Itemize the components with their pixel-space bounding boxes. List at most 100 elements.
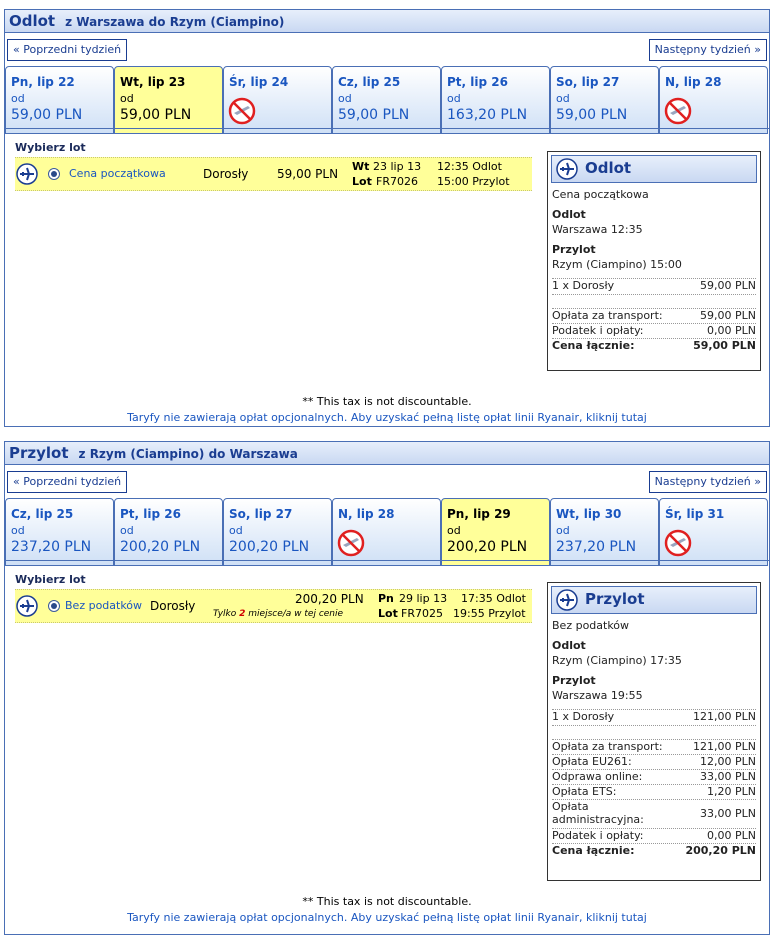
total-label: Cena łącznie: xyxy=(552,339,635,352)
inbound-day-0[interactable]: Cz, lip 25 od 237,20 PLN xyxy=(5,498,114,566)
summary-fee-row: Opłata administracyjna: 33,00 PLN xyxy=(552,799,756,828)
day-label: N, lip 28 xyxy=(338,507,395,521)
day-from-label: od xyxy=(447,92,461,105)
fare-name-link[interactable]: Cena początkowa xyxy=(69,167,166,180)
total-value: 59,00 PLN xyxy=(693,339,756,352)
day-price: 59,00 PLN xyxy=(11,107,83,123)
day-from-label: od xyxy=(11,524,25,537)
day-label: Śr, lip 31 xyxy=(665,507,725,521)
summary-total-row: Cena łącznie: 200,20 PLN xyxy=(552,843,756,858)
fare-radio[interactable] xyxy=(48,168,60,180)
no-flight-icon xyxy=(664,97,692,125)
plane-icon xyxy=(556,158,578,180)
fee-label: Opłata za transport: xyxy=(552,740,663,753)
outbound-day-1[interactable]: Wt, lip 23 od 59,00 PLN xyxy=(114,66,223,134)
day-price: 237,20 PLN xyxy=(556,539,637,555)
outbound-next-week-button[interactable]: Następny tydzień » xyxy=(648,39,767,61)
summary-header: Przylot xyxy=(551,586,757,614)
fee-value: 33,00 PLN xyxy=(700,770,756,783)
inbound-flight-area: Wybierz lot Bez podatków Dorosły 200,20 … xyxy=(5,560,769,935)
fee-label: Odprawa online: xyxy=(552,770,643,783)
fee-value: 121,00 PLN xyxy=(693,740,756,753)
day-price: 59,00 PLN xyxy=(556,107,628,123)
outbound-day-6: N, lip 28 xyxy=(659,66,768,134)
summary-fare: Bez podatków xyxy=(552,619,630,632)
pax-label: 1 x Dorosły xyxy=(552,279,615,292)
day-label: So, lip 27 xyxy=(229,507,293,521)
day-label: Śr, lip 24 xyxy=(229,75,289,89)
inbound-route: z Rzym (Ciampino) do Warszawa xyxy=(78,447,298,461)
summary-title: Przylot xyxy=(585,590,645,608)
tax-note: ** This tax is not discountable. xyxy=(302,895,472,908)
fee-value: 33,00 PLN xyxy=(700,807,756,820)
inbound-prev-week-button[interactable]: « Poprzedni tydzień xyxy=(7,471,128,493)
day-price: 200,20 PLN xyxy=(229,539,310,555)
outbound-prev-week-button[interactable]: « Poprzedni tydzień xyxy=(7,39,128,61)
fee-value: 12,00 PLN xyxy=(700,755,756,768)
day-from-label: od xyxy=(338,92,352,105)
inbound-next-week-button[interactable]: Następny tydzień » xyxy=(648,471,767,493)
day-label: Wt, lip 23 xyxy=(120,75,186,89)
summary-fee-row: Opłata za transport: 121,00 PLN xyxy=(552,739,756,754)
outbound-day-5[interactable]: So, lip 27 od 59,00 PLN xyxy=(550,66,659,134)
inbound-section: Przylot z Rzym (Ciampino) do Warszawa « … xyxy=(4,441,770,935)
day-from-label: od xyxy=(556,524,570,537)
inbound-flight-row[interactable]: Bez podatków Dorosły 200,20 PLN Tylko 2 … xyxy=(15,589,532,623)
seats-count: 2 xyxy=(239,609,246,619)
day-price: 59,00 PLN xyxy=(338,107,410,123)
outbound-section: Odlot z Warszawa do Rzym (Ciampino) « Po… xyxy=(4,9,770,427)
outbound-day-3[interactable]: Cz, lip 25 od 59,00 PLN xyxy=(332,66,441,134)
departure-time: 17:35 Odlot xyxy=(461,592,526,605)
no-flight-icon xyxy=(337,529,365,557)
inbound-day-4[interactable]: Pn, lip 29 od 200,20 PLN xyxy=(441,498,550,566)
fee-label: Opłata za transport: xyxy=(552,309,663,322)
summary-dep-value: Rzym (Ciampino) 17:35 xyxy=(552,654,682,667)
outbound-day-0[interactable]: Pn, lip 22 od 59,00 PLN xyxy=(5,66,114,134)
outbound-summary-box: Odlot Cena początkowa Odlot Warszawa 12:… xyxy=(547,151,761,371)
summary-fee-row: Opłata za transport: 59,00 PLN xyxy=(552,308,756,323)
inbound-day-2[interactable]: So, lip 27 od 200,20 PLN xyxy=(223,498,332,566)
flight-day: Wt xyxy=(352,160,370,173)
day-label: So, lip 27 xyxy=(556,75,620,89)
summary-dep-label: Odlot xyxy=(552,208,586,221)
summary-header: Odlot xyxy=(551,155,757,183)
plane-icon xyxy=(556,589,578,611)
inbound-day-5[interactable]: Wt, lip 30 od 237,20 PLN xyxy=(550,498,659,566)
fee-label: Opłata ETS: xyxy=(552,785,617,798)
pax-label: 1 x Dorosły xyxy=(552,710,615,723)
seats-post: miejsce/a w tej cenie xyxy=(248,609,344,619)
day-from-label: od xyxy=(556,92,570,105)
flight-day: Pn xyxy=(378,592,394,605)
outbound-flight-row[interactable]: Cena początkowa Dorosły 59,00 PLN Wt 23 … xyxy=(15,157,532,191)
tax-note: ** This tax is not discountable. xyxy=(302,395,472,408)
fee-value: 1,20 PLN xyxy=(707,785,756,798)
summary-fee-row: Odprawa online: 33,00 PLN xyxy=(552,769,756,784)
plane-icon xyxy=(16,595,38,617)
flight-lot-label: Lot xyxy=(378,607,398,620)
summary-fare: Cena początkowa xyxy=(552,188,649,201)
summary-dep-label: Odlot xyxy=(552,639,586,652)
summary-total-row: Cena łącznie: 59,00 PLN xyxy=(552,338,756,353)
fee-value: 0,00 PLN xyxy=(707,829,756,842)
arrival-time: 19:55 Przylot xyxy=(453,607,526,620)
fees-info-link[interactable]: Taryfy nie zawierają opłat opcjonalnych.… xyxy=(5,911,769,924)
outbound-day-4[interactable]: Pt, lip 26 od 163,20 PLN xyxy=(441,66,550,134)
fee-label: Opłata administracyjna: xyxy=(552,800,644,826)
total-label: Cena łącznie: xyxy=(552,844,635,857)
flight-number: FR7025 xyxy=(401,607,443,620)
flight-date: 29 lip 13 xyxy=(399,592,448,605)
flight-lot-label: Lot xyxy=(352,175,372,188)
inbound-day-1[interactable]: Pt, lip 26 od 200,20 PLN xyxy=(114,498,223,566)
seats-pre: Tylko xyxy=(213,609,237,619)
day-label: Pt, lip 26 xyxy=(120,507,181,521)
total-value: 200,20 PLN xyxy=(685,844,756,857)
fare-name-link[interactable]: Bez podatków xyxy=(65,599,142,612)
fees-info-link[interactable]: Taryfy nie zawierają opłat opcjonalnych.… xyxy=(5,411,769,424)
fee-label: Opłata EU261: xyxy=(552,755,632,768)
fare-radio[interactable] xyxy=(48,600,60,612)
day-label: Pn, lip 29 xyxy=(447,507,511,521)
day-from-label: od xyxy=(229,524,243,537)
summary-arr-value: Warszawa 19:55 xyxy=(552,689,643,702)
fee-value: 59,00 PLN xyxy=(700,309,756,322)
arrival-time: 15:00 Przylot xyxy=(437,175,510,188)
